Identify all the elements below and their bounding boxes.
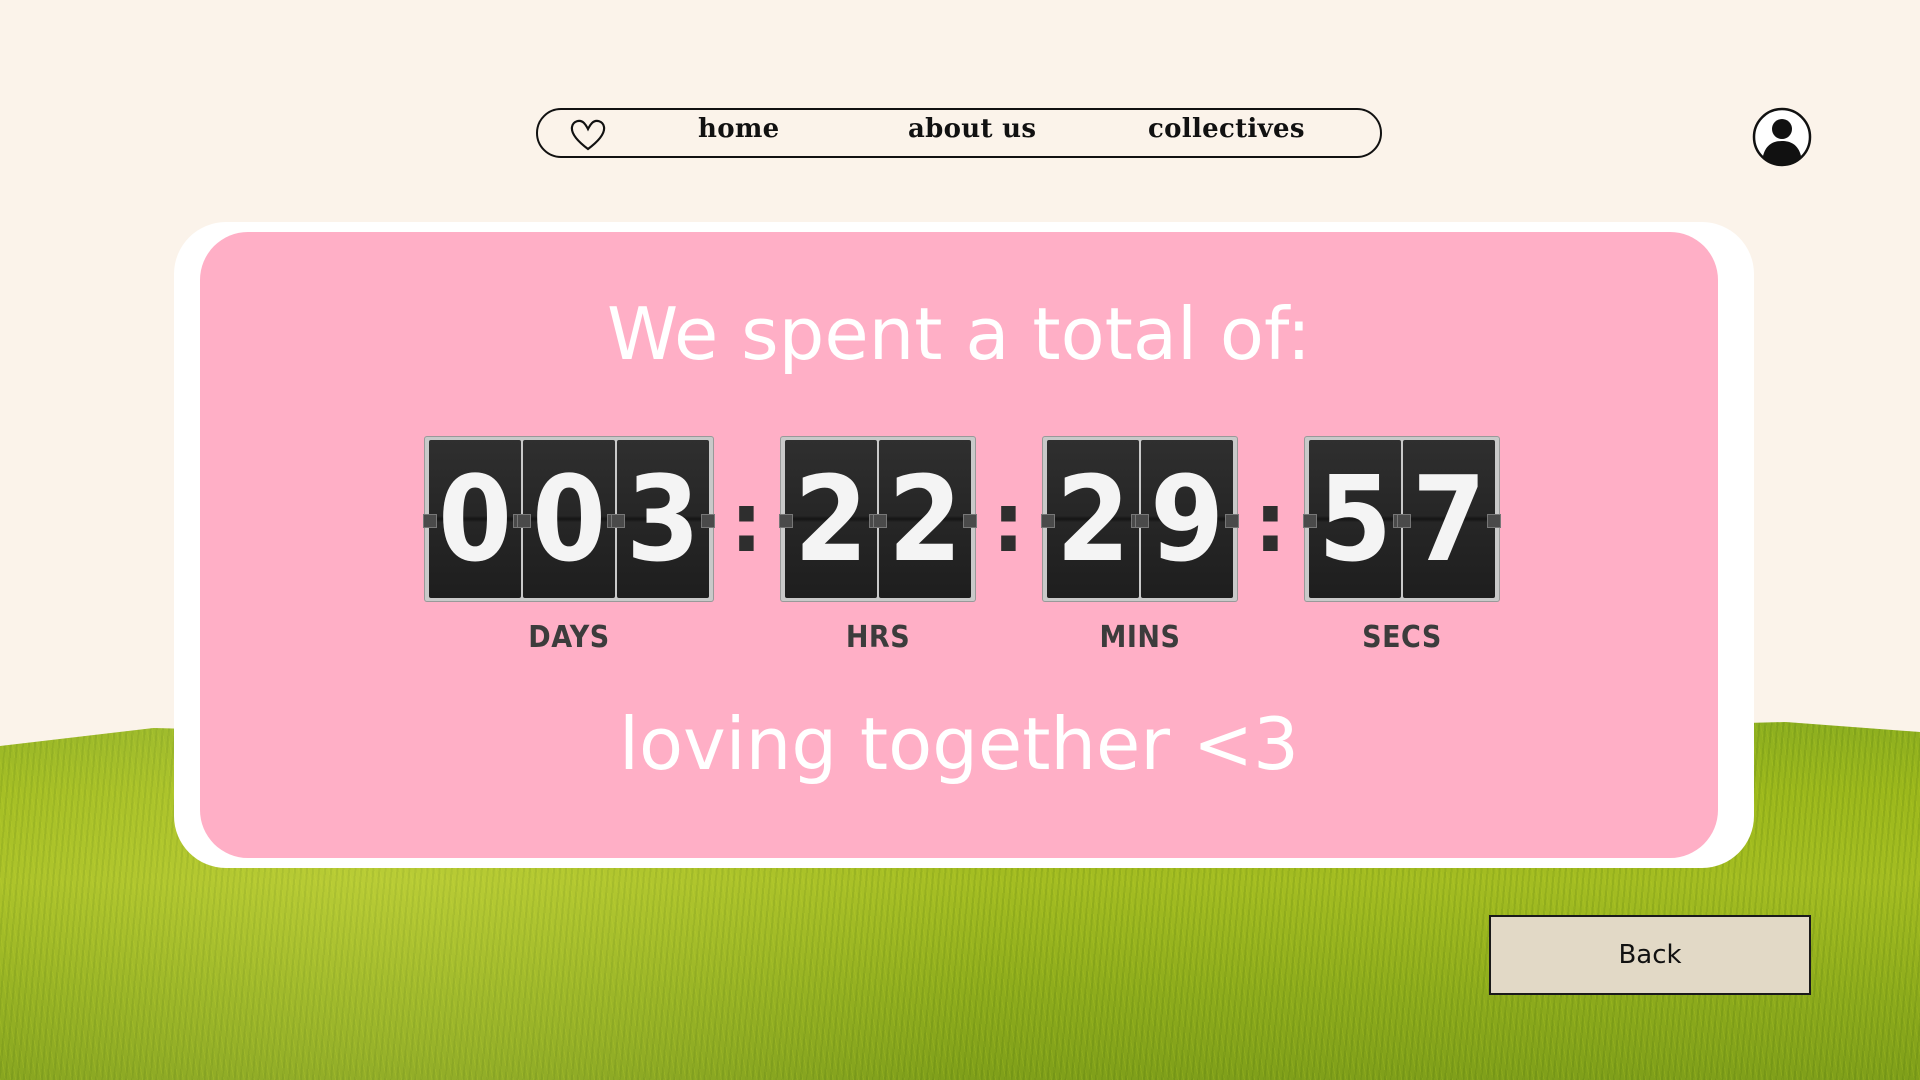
days-digit: 3 xyxy=(611,440,715,598)
countdown-card: We spent a total of: 0 0 3 DAYS : 2 2 HR… xyxy=(200,232,1718,858)
seconds-digit: 5 xyxy=(1303,440,1407,598)
seconds-group: 5 7 SECS xyxy=(1303,436,1501,655)
hours-frame: 2 2 xyxy=(779,436,977,602)
heart-icon[interactable] xyxy=(568,116,608,152)
minutes-digit: 2 xyxy=(1041,440,1145,598)
minutes-digit: 9 xyxy=(1135,440,1239,598)
hours-label: HRS xyxy=(845,620,911,655)
minutes-label: MINS xyxy=(1099,620,1181,655)
seconds-digit: 7 xyxy=(1397,440,1501,598)
seconds-label: SECS xyxy=(1362,620,1442,655)
minutes-frame: 2 9 xyxy=(1041,436,1239,602)
nav-collectives[interactable]: collectives xyxy=(1148,114,1305,144)
days-label: DAYS xyxy=(528,620,610,655)
days-group: 0 0 3 DAYS xyxy=(423,436,715,655)
separator-colon: : xyxy=(992,476,1025,571)
separator-colon: : xyxy=(730,476,763,571)
days-digit: 0 xyxy=(423,440,527,598)
nav-home[interactable]: home xyxy=(698,114,780,144)
user-avatar-icon[interactable] xyxy=(1752,107,1812,167)
nav-about-us[interactable]: about us xyxy=(908,114,1036,144)
card-subline: loving together <3 xyxy=(619,702,1299,786)
minutes-group: 2 9 MINS xyxy=(1041,436,1239,655)
separator-colon: : xyxy=(1254,476,1287,571)
days-digit: 0 xyxy=(517,440,621,598)
hours-digit: 2 xyxy=(873,440,977,598)
flip-counter: 0 0 3 DAYS : 2 2 HRS : 2 9 MINS : 5 7 SE… xyxy=(200,436,1718,656)
hours-digit: 2 xyxy=(779,440,883,598)
top-nav: home about us collectives xyxy=(536,108,1382,158)
back-button[interactable]: Back xyxy=(1489,915,1811,995)
hours-group: 2 2 HRS xyxy=(779,436,977,655)
seconds-frame: 5 7 xyxy=(1303,436,1501,602)
days-frame: 0 0 3 xyxy=(423,436,715,602)
card-headline: We spent a total of: xyxy=(606,292,1312,376)
